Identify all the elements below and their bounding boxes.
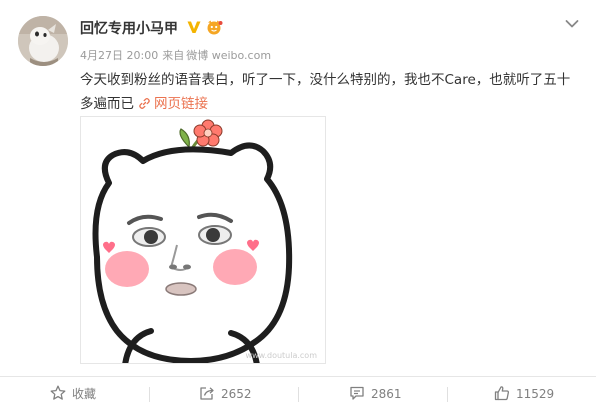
favorite-label: 收藏 <box>72 387 97 401</box>
action-divider <box>149 387 150 402</box>
post-source[interactable]: 微博 weibo.com <box>186 49 271 62</box>
post-date[interactable]: 4月27日 20:00 <box>80 49 158 62</box>
post-image[interactable]: www.doutula.com <box>80 116 326 364</box>
weibo-post-card: 回忆专用小马甲 4月27日 20:00 来自 微博 weibo.com 今天收到粉丝… <box>0 0 596 412</box>
avatar-image <box>18 16 68 66</box>
link-icon <box>139 98 150 109</box>
favorite-button[interactable]: 收藏 <box>50 377 96 412</box>
like-count: 11529 <box>516 387 555 401</box>
vip-crown-icon[interactable] <box>205 19 223 35</box>
comment-button[interactable]: 2861 <box>349 377 402 412</box>
verified-v-icon <box>187 21 201 33</box>
thumbs-up-icon <box>494 386 509 401</box>
comment-count: 2861 <box>371 387 402 401</box>
comment-icon <box>350 386 364 400</box>
meme-bear-illustration <box>92 119 293 363</box>
action-divider <box>447 387 448 402</box>
image-watermark: www.doutula.com <box>245 351 317 360</box>
like-button[interactable]: 11529 <box>494 377 554 412</box>
username[interactable]: 回忆专用小马甲 <box>80 18 178 38</box>
post-text: 今天收到粉丝的语音表白，听了一下，没什么特别的，我也不Care，也就听了五十多遍… <box>80 68 576 116</box>
share-count: 2652 <box>221 387 252 401</box>
action-divider <box>298 387 299 402</box>
web-link-label: 网页链接 <box>154 96 208 112</box>
star-icon <box>50 385 66 400</box>
flower-icon <box>193 119 223 147</box>
share-icon <box>200 387 214 400</box>
post-meta: 4月27日 20:00 来自 微博 weibo.com <box>80 47 275 63</box>
chevron-down-icon[interactable] <box>562 14 582 34</box>
action-bar: 收藏 2652 2861 11529 <box>0 376 596 412</box>
web-link[interactable]: 网页链接 <box>134 96 208 112</box>
source-prefix: 来自 <box>162 49 185 62</box>
avatar[interactable] <box>18 16 68 66</box>
share-button[interactable]: 2652 <box>199 377 252 412</box>
